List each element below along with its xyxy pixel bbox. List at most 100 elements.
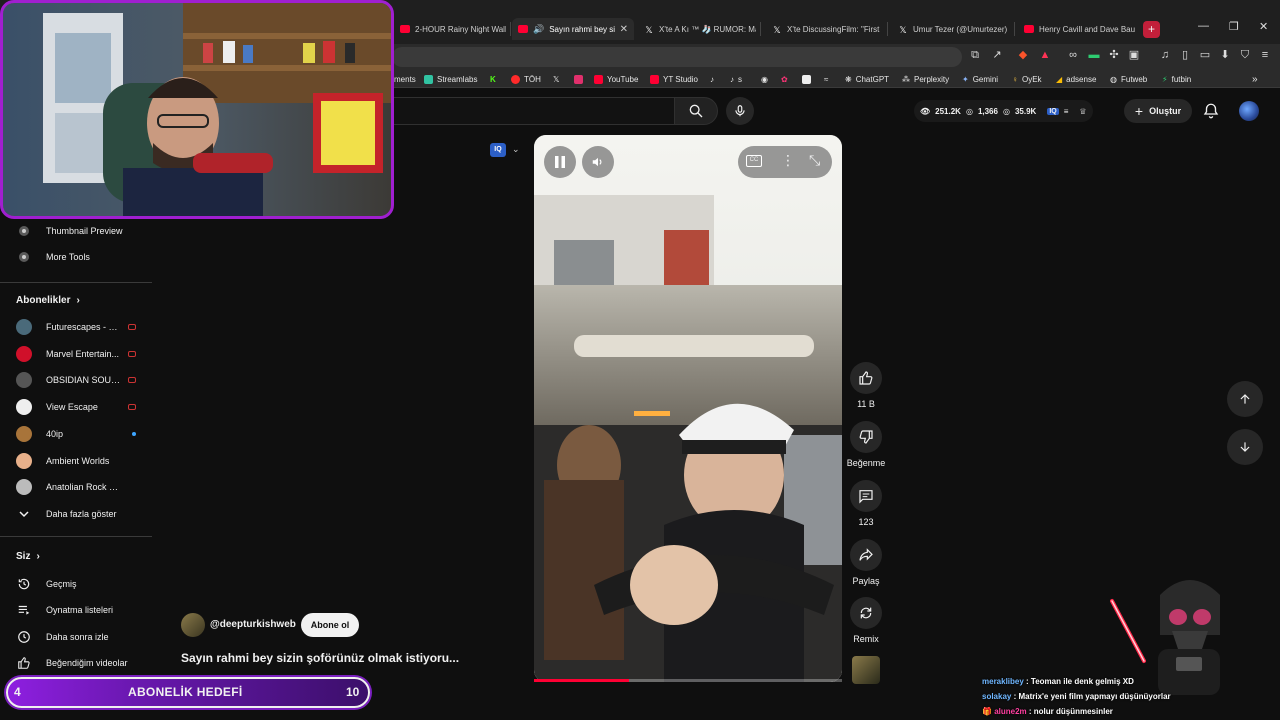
bookmark-tiktok[interactable]: ♪ <box>710 72 714 86</box>
wallet-icon[interactable]: ▭ <box>1198 48 1212 62</box>
chevron-down-icon[interactable]: ⌄ <box>512 144 520 155</box>
notifications-bell-icon[interactable] <box>1202 102 1220 120</box>
bookmark-adsense[interactable]: ◢ adsense <box>1056 72 1096 86</box>
tab-x-discussingfilm[interactable]: 𝕏 X'te DiscussingFilm: "First <box>766 18 884 40</box>
more-options-icon[interactable]: ⋮ <box>781 152 795 169</box>
sidebar-subscription-item[interactable]: Futurescapes - S... <box>0 314 152 340</box>
sidebar-subscription-item[interactable]: View Escape <box>0 394 152 420</box>
bookmark-yt-studio[interactable]: YT Studio <box>650 72 698 86</box>
bookmark-misc-1[interactable]: ◉ <box>761 72 768 86</box>
you-heading[interactable]: Siz › <box>16 551 40 562</box>
sidebar-subscription-item[interactable]: OBSIDIAN SOUN... <box>0 367 152 393</box>
previous-video-button[interactable] <box>1227 381 1263 417</box>
sidebar-subscription-item[interactable]: Ambient Worlds <box>0 448 152 474</box>
address-bar[interactable] <box>392 47 962 67</box>
audio-playing-icon[interactable]: 🔊 <box>533 24 544 35</box>
downloads-icon[interactable]: ⬇ <box>1218 48 1232 62</box>
award-icon[interactable]: ♕ <box>1079 107 1086 116</box>
bookmark-gemini[interactable]: ✦ Gemini <box>962 72 998 86</box>
show-more-button[interactable]: Daha fazla göster <box>0 501 152 527</box>
brave-shield-icon[interactable]: ◆ <box>1016 48 1030 62</box>
bookmark-futweb[interactable]: ◍ Futweb <box>1110 72 1147 86</box>
create-button[interactable]: + Oluştur <box>1124 99 1192 123</box>
bookmark-kick[interactable]: K <box>490 72 496 86</box>
bookmark-chatgpt[interactable]: ❋ ChatGPT <box>845 72 889 86</box>
sidebar-toggle-icon[interactable]: ▯ <box>1178 48 1192 62</box>
bookmark-perplexity[interactable]: ⁂ Perplexity <box>902 72 949 86</box>
volume-button[interactable] <box>582 146 614 178</box>
bookmark-toh[interactable]: TÖH <box>511 72 541 86</box>
extension-battery-icon[interactable]: ▬ <box>1087 48 1101 62</box>
tab-x-umur-tezer[interactable]: 𝕏 Umur Tezer (@Umurtezer) <box>892 18 1010 40</box>
tab-henry-cavill[interactable]: Henry Cavill and Dave Bau <box>1018 18 1136 40</box>
sidebar-subscription-item[interactable]: Anatolian Rock Rev... <box>0 474 152 500</box>
tab-close-icon[interactable]: ✕ <box>620 24 628 35</box>
captions-icon[interactable]: CC <box>746 155 762 167</box>
bookmark-item[interactable]: ments <box>394 72 416 86</box>
sidebar-item-watch-later[interactable]: Daha sonra izle <box>0 624 152 650</box>
dislike-button[interactable]: Beğenme <box>844 421 888 468</box>
sidebar-subscription-item[interactable]: Marvel Entertain... <box>0 341 152 367</box>
sidebar-item-playlists[interactable]: Oynatma listeleri <box>0 597 152 623</box>
watch-time-icon: ◎ <box>965 106 973 116</box>
like-button[interactable]: 11 B <box>844 362 888 409</box>
search-button[interactable] <box>674 97 718 125</box>
bookmark-youtube[interactable]: YouTube <box>594 72 638 86</box>
channel-name[interactable]: @deepturkishweb <box>210 619 296 630</box>
channel-avatar-icon <box>16 452 32 469</box>
account-avatar[interactable] <box>1239 101 1259 121</box>
media-controls-icon[interactable]: ♫ <box>1158 48 1172 62</box>
tab-rainy-night-walk[interactable]: 2-HOUR Rainy Night Walk <box>394 18 506 40</box>
sidebar-item-more-tools[interactable]: More Tools <box>0 244 152 270</box>
sidebar-subscription-item[interactable]: 40ip <box>0 421 152 447</box>
subscriptions-heading[interactable]: Abonelikler › <box>16 295 80 306</box>
bookmark-futbin[interactable]: ⚡ futbin <box>1162 72 1191 86</box>
bookmark-oyek[interactable]: ♀ OyEk <box>1012 72 1042 86</box>
vidiq-icon[interactable]: IQ <box>1047 107 1059 115</box>
extension-box-icon[interactable]: ▣ <box>1127 48 1141 62</box>
minimize-button[interactable]: — <box>1198 20 1209 32</box>
next-video-button[interactable] <box>1227 429 1263 465</box>
share-page-icon[interactable]: ↗ <box>990 48 1004 62</box>
new-tab-button[interactable]: + <box>1143 21 1160 38</box>
voice-search-button[interactable] <box>726 97 754 125</box>
vpn-shield-icon[interactable]: ⛉ <box>1238 48 1252 62</box>
pause-button[interactable] <box>544 146 576 178</box>
brave-rewards-icon[interactable]: ▲ <box>1038 48 1052 62</box>
share-button[interactable]: Paylaş <box>844 539 888 586</box>
subscribe-button[interactable]: Abone ol <box>301 613 359 637</box>
sidebar-item-thumbnail-preview[interactable]: Thumbnail Preview <box>0 218 152 244</box>
tab-x-rumor[interactable]: 𝕏 X'te A Kı ™ 🧦 RUMOR: Ma <box>638 18 756 40</box>
sidebar-item-history[interactable]: Geçmiş <box>0 571 152 597</box>
video-title[interactable]: Sayın rahmi bey sizin şoförünüz olmak is… <box>181 651 481 665</box>
bookmark-tiktok-s[interactable]: ♪ s <box>730 72 742 86</box>
comments-button[interactable]: 123 <box>844 480 888 527</box>
bookmark-misc-3[interactable] <box>802 72 811 86</box>
fullscreen-icon[interactable]: ⤡ <box>809 152 820 169</box>
arrow-up-icon <box>1240 394 1250 404</box>
channel-avatar[interactable] <box>181 613 205 637</box>
bookmark-streamlabs[interactable]: Streamlabs <box>424 72 477 86</box>
bookmark-x[interactable]: 𝕏 <box>553 72 559 86</box>
sidebar-item-liked-videos[interactable]: Beğendiğim videolar <box>0 650 152 676</box>
extensions-puzzle-icon[interactable]: ✣ <box>1107 48 1121 62</box>
remix-button[interactable]: Remix <box>844 597 888 644</box>
bookmark-misc-4[interactable]: ≈ <box>824 72 828 86</box>
menu-icon[interactable]: ≡ <box>1258 48 1272 62</box>
bookmark-instagram[interactable] <box>574 72 583 86</box>
tab-current-video[interactable]: 🔊 Sayın rahmi bey sizin ✕ <box>512 18 634 40</box>
more-bookmarks-button[interactable]: » <box>1252 72 1258 86</box>
search-input[interactable] <box>392 97 674 125</box>
restore-button[interactable]: ❐ <box>1229 20 1239 33</box>
sound-thumbnail[interactable] <box>852 656 880 684</box>
goal-current-value: 4 <box>14 685 21 699</box>
install-app-icon[interactable]: ⧉ <box>968 48 982 62</box>
bookmark-misc-2[interactable]: ✿ <box>781 72 788 86</box>
youtube-icon <box>594 74 603 84</box>
shorts-video-player[interactable] <box>534 135 842 682</box>
close-window-button[interactable]: ✕ <box>1259 20 1268 33</box>
channel-stats-widget[interactable]: 👁 251.2K ◎ 1,366 ◎ 35.9K IQ ≡ ♕ <box>914 100 1093 122</box>
list-icon[interactable]: ≡ <box>1064 107 1069 116</box>
extension-glasses-icon[interactable]: ∞ <box>1066 48 1080 62</box>
vidiq-badge[interactable]: IQ <box>490 143 506 157</box>
